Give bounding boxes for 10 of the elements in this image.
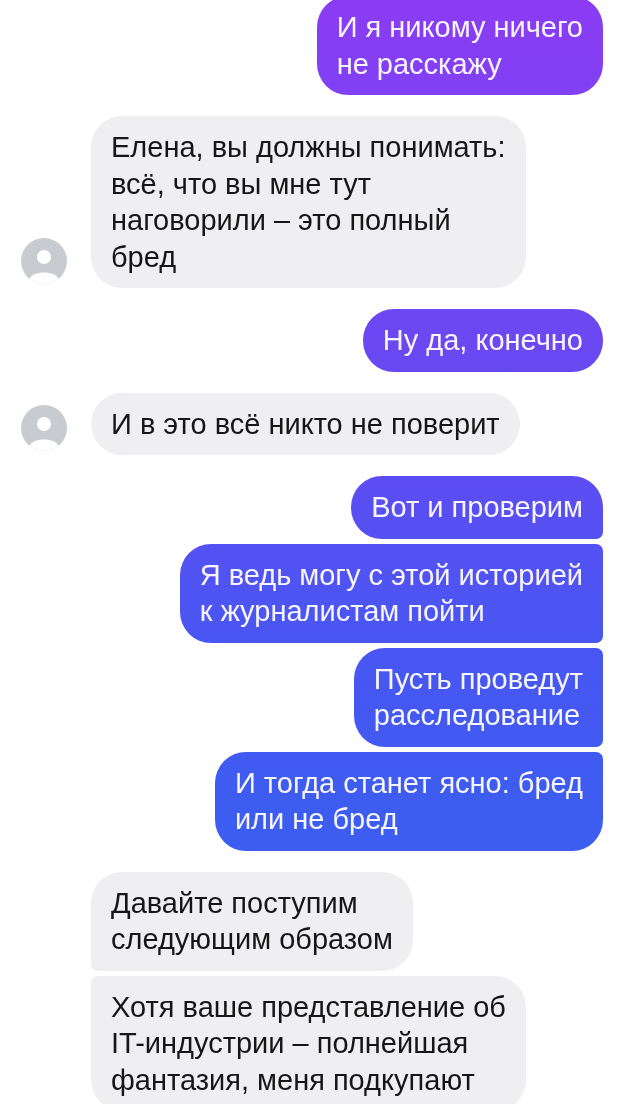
outgoing-message: И я никому ничего не расскажу <box>316 0 603 95</box>
outgoing-message: Вот и проверим <box>351 476 603 539</box>
incoming-message: Давайте поступим следующим образом <box>91 871 413 971</box>
outgoing-message: Пусть проведут расследование <box>353 647 603 747</box>
outgoing-message: Ну да, конечно <box>362 309 603 372</box>
incoming-message: Елена, вы должны понимать: всё, что вы мне тут наговорили – это полный бред <box>91 116 526 288</box>
incoming-message: И в это всё никто не поверит <box>91 392 520 455</box>
incoming-message: Хотя ваше представление об IT-индустрии – полнейшая фантазия, меня подкупают <box>91 975 526 1104</box>
outgoing-message: И тогда станет ясно: бред или не бред <box>214 751 603 851</box>
outgoing-message: Я ведь могу с этой историей к журналистам пойти <box>179 543 603 643</box>
